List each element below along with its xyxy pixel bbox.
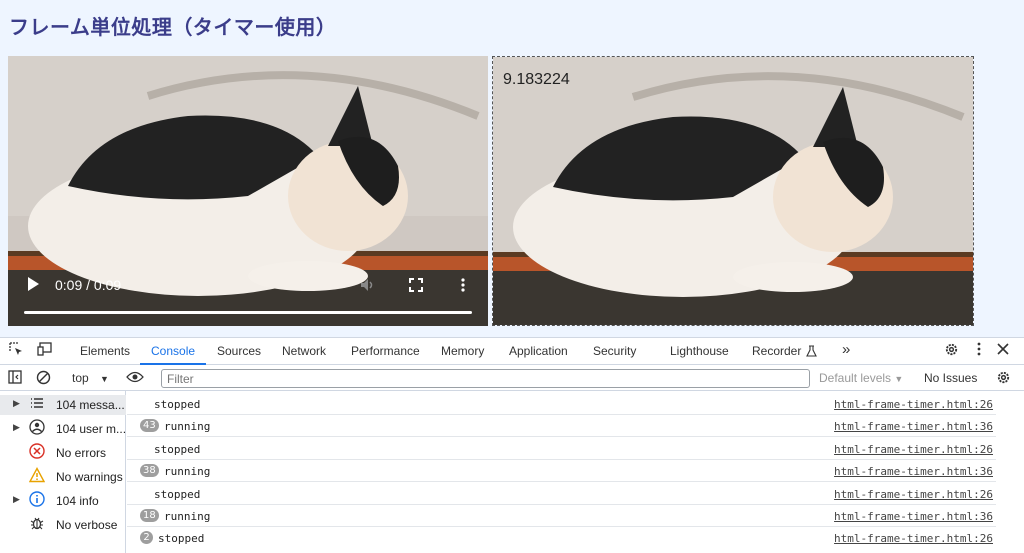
repeat-count-badge: 43 bbox=[140, 419, 159, 432]
dropdown-arrow-icon: ▼ bbox=[894, 374, 904, 384]
log-message: stopped bbox=[158, 532, 205, 545]
tab-sources[interactable]: Sources bbox=[217, 344, 261, 358]
volume-icon[interactable] bbox=[360, 278, 376, 296]
log-row: 18 running html-frame-timer.html:36 bbox=[127, 505, 996, 527]
dropdown-arrow-icon: ▼ bbox=[100, 374, 109, 384]
log-message: stopped bbox=[154, 488, 201, 501]
sidebar-item-warnings[interactable]: No warnings bbox=[0, 467, 126, 487]
cat-canvas-frame bbox=[493, 57, 973, 325]
close-icon[interactable] bbox=[997, 342, 1009, 358]
log-row: stopped html-frame-timer.html:26 bbox=[127, 438, 996, 460]
tab-recorder[interactable]: Recorder bbox=[752, 344, 801, 358]
console-log-area: stopped html-frame-timer.html:26 43 runn… bbox=[127, 391, 1024, 553]
log-message: running bbox=[164, 510, 211, 523]
log-source-link[interactable]: html-frame-timer.html:26 bbox=[834, 488, 993, 501]
expand-arrow-icon[interactable]: ▶ bbox=[13, 398, 20, 409]
log-message: running bbox=[164, 420, 211, 433]
kebab-menu-icon[interactable] bbox=[977, 342, 981, 359]
filter-input[interactable] bbox=[161, 369, 810, 388]
log-message: stopped bbox=[154, 398, 201, 411]
tab-security[interactable]: Security bbox=[593, 344, 636, 358]
log-row: stopped html-frame-timer.html:26 bbox=[127, 483, 996, 505]
tab-elements[interactable]: Elements bbox=[80, 344, 130, 358]
expand-arrow-icon[interactable]: ▶ bbox=[13, 494, 20, 505]
sidebar-item-info[interactable]: ▶ 104 info bbox=[0, 491, 126, 511]
sidebar-item-label: 104 user m... bbox=[56, 422, 127, 436]
play-icon[interactable] bbox=[26, 276, 40, 296]
sidebar-toggle-icon[interactable] bbox=[8, 370, 22, 387]
sidebar-item-label: 104 info bbox=[56, 494, 99, 508]
repeat-count-badge: 38 bbox=[140, 464, 159, 477]
tab-memory[interactable]: Memory bbox=[441, 344, 484, 358]
list-icon bbox=[29, 395, 45, 411]
sidebar-item-verbose[interactable]: No verbose bbox=[0, 515, 126, 535]
more-options-icon[interactable] bbox=[461, 278, 465, 296]
log-row: stopped html-frame-timer.html:26 bbox=[127, 393, 996, 415]
log-source-link[interactable]: html-frame-timer.html:26 bbox=[834, 398, 993, 411]
log-message: stopped bbox=[154, 443, 201, 456]
devtools-tabbar: Elements Console Sources Network Perform… bbox=[0, 337, 1024, 365]
tab-console[interactable]: Console bbox=[151, 344, 195, 358]
context-selector[interactable]: top ▼ bbox=[72, 371, 109, 385]
fullscreen-icon[interactable] bbox=[409, 278, 423, 296]
info-icon bbox=[29, 491, 45, 507]
log-source-link[interactable]: html-frame-timer.html:36 bbox=[834, 510, 993, 523]
more-tabs-button[interactable]: » bbox=[842, 341, 850, 358]
settings-gear-icon[interactable] bbox=[944, 342, 959, 360]
user-icon bbox=[29, 419, 45, 435]
clear-console-icon[interactable] bbox=[36, 370, 51, 388]
console-scrollbar[interactable] bbox=[1014, 391, 1024, 553]
repeat-count-badge: 2 bbox=[140, 531, 153, 544]
expand-arrow-icon[interactable]: ▶ bbox=[13, 422, 20, 433]
video-time-display: 0:09 / 0:09 bbox=[55, 277, 122, 293]
sidebar-item-errors[interactable]: No errors bbox=[0, 443, 126, 463]
tab-performance[interactable]: Performance bbox=[351, 344, 420, 358]
tab-network[interactable]: Network bbox=[282, 344, 326, 358]
log-source-link[interactable]: html-frame-timer.html:26 bbox=[834, 443, 993, 456]
video-controls: 0:09 / 0:09 bbox=[8, 266, 488, 326]
inspect-element-icon[interactable] bbox=[9, 342, 23, 359]
log-row: 38 running html-frame-timer.html:36 bbox=[127, 460, 996, 482]
sidebar-item-label: No warnings bbox=[56, 470, 123, 484]
log-row: 43 running html-frame-timer.html:36 bbox=[127, 415, 996, 437]
sidebar-item-user-messages[interactable]: ▶ 104 user m... bbox=[0, 419, 126, 439]
sidebar-item-label: No verbose bbox=[56, 518, 118, 532]
console-toolbar: top ▼ Default levels ▼ No Issues bbox=[0, 365, 1024, 391]
log-source-link[interactable]: html-frame-timer.html:26 bbox=[834, 532, 993, 545]
video-player[interactable]: 0:09 / 0:09 bbox=[8, 56, 488, 326]
log-row: 2 stopped html-frame-timer.html:26 bbox=[127, 527, 996, 549]
bug-icon bbox=[29, 515, 45, 531]
frame-canvas: 9.183224 bbox=[492, 56, 974, 326]
log-message: running bbox=[164, 465, 211, 478]
sidebar-item-label: No errors bbox=[56, 446, 107, 460]
console-settings-gear-icon[interactable] bbox=[996, 370, 1011, 388]
live-expression-eye-icon[interactable] bbox=[126, 370, 144, 387]
log-source-link[interactable]: html-frame-timer.html:36 bbox=[834, 420, 993, 433]
issues-button[interactable]: No Issues bbox=[924, 371, 977, 385]
console-sidebar: ▶ 104 messa... ▶ 104 user m... No errors… bbox=[0, 391, 126, 553]
sidebar-item-label: 104 messa... bbox=[56, 398, 125, 412]
frame-time-text: 9.183224 bbox=[503, 71, 570, 88]
devtools-panel: Elements Console Sources Network Perform… bbox=[0, 337, 1024, 553]
warning-icon bbox=[28, 467, 46, 483]
default-levels-dropdown[interactable]: Default levels ▼ bbox=[819, 371, 903, 385]
log-source-link[interactable]: html-frame-timer.html:36 bbox=[834, 465, 993, 478]
error-icon bbox=[29, 443, 45, 459]
page-title: フレーム単位処理（タイマー使用） bbox=[9, 15, 337, 39]
sidebar-item-messages[interactable]: ▶ 104 messa... bbox=[0, 395, 126, 415]
flask-icon bbox=[806, 344, 817, 360]
repeat-count-badge: 18 bbox=[140, 509, 159, 522]
device-toolbar-icon[interactable] bbox=[37, 342, 53, 359]
tab-lighthouse[interactable]: Lighthouse bbox=[670, 344, 729, 358]
tab-application[interactable]: Application bbox=[509, 344, 568, 358]
video-progress-bar[interactable] bbox=[24, 311, 472, 314]
